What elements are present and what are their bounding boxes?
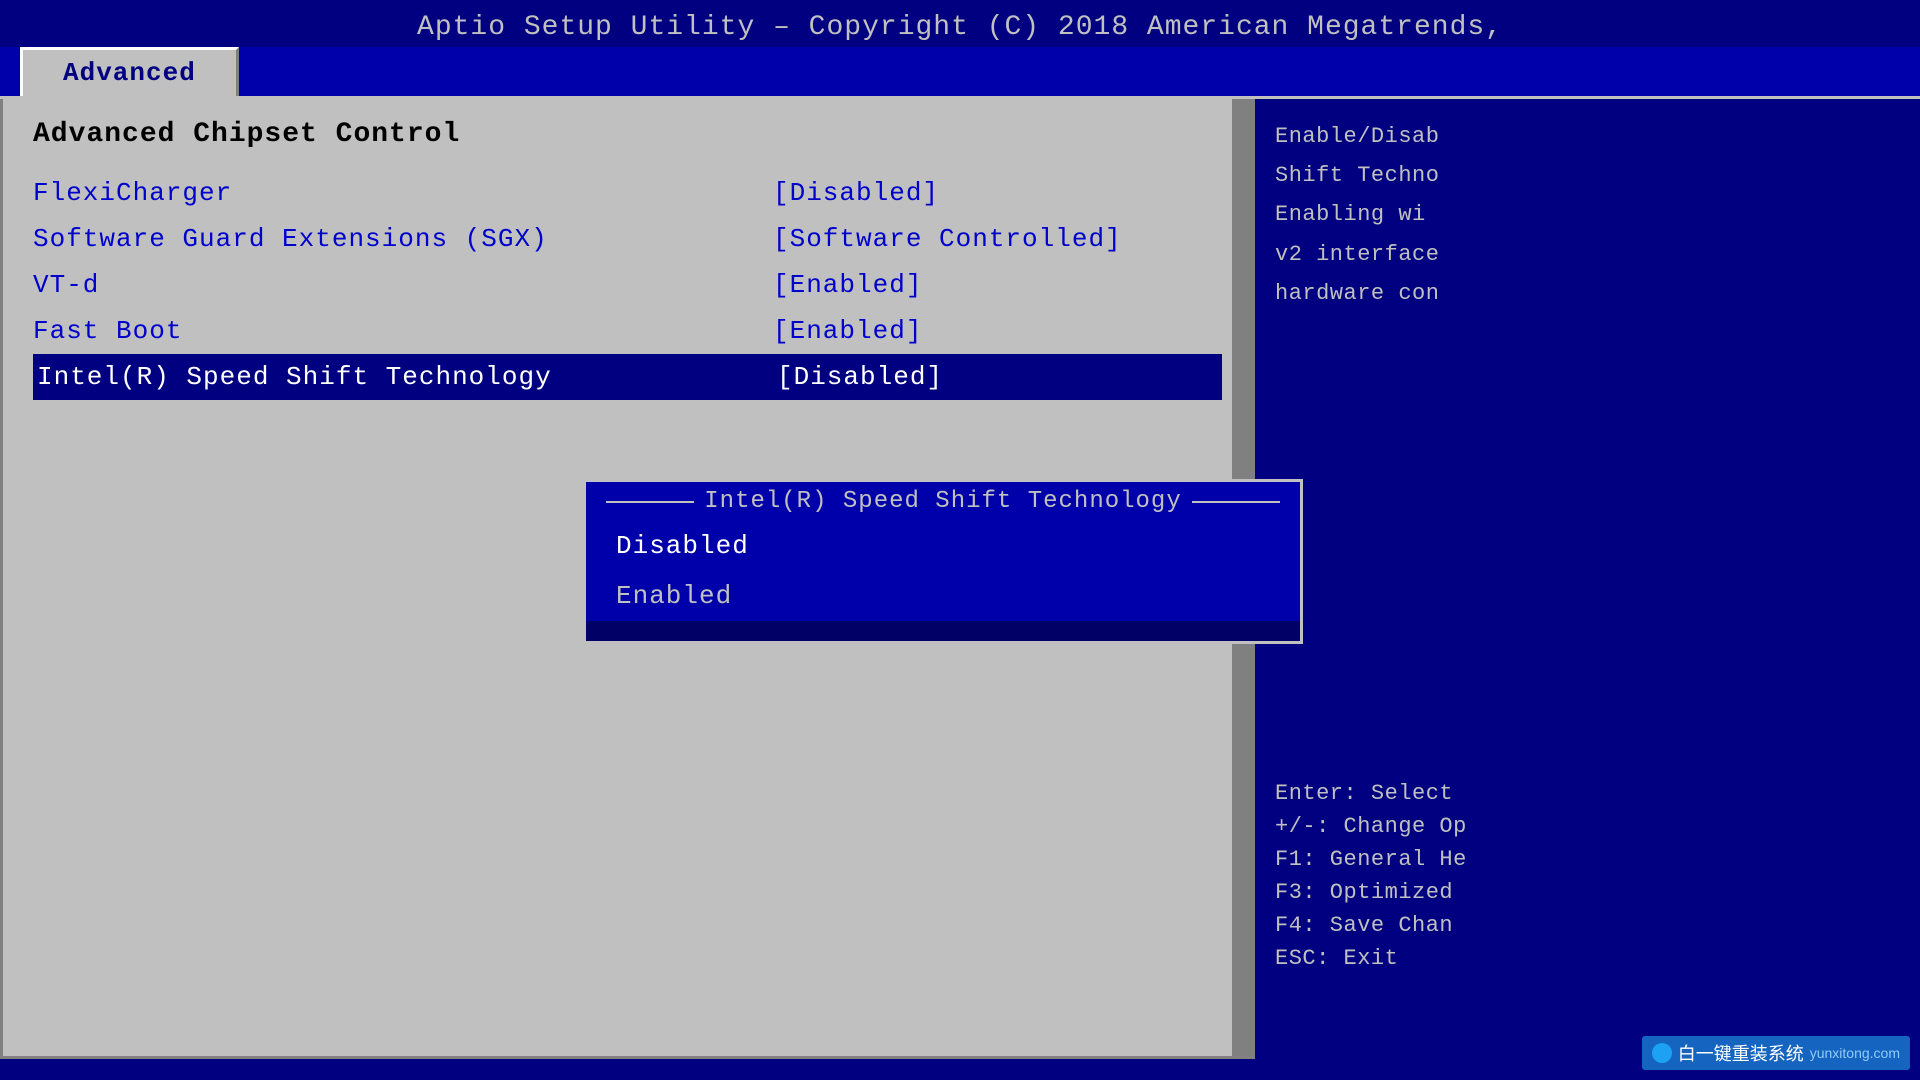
menu-item-flexicharger-value: [Disabled]: [773, 178, 939, 208]
main-content: Advanced Chipset Control FlexiCharger [D…: [0, 99, 1920, 1059]
dropdown-shadow: [586, 621, 1300, 641]
keys-area: Enter: Select +/-: Change Op F1: General…: [1255, 781, 1920, 979]
left-panel: Advanced Chipset Control FlexiCharger [D…: [0, 99, 1255, 1059]
menu-item-flexicharger[interactable]: FlexiCharger [Disabled]: [33, 170, 1222, 216]
key-line-4: F4: Save Chan: [1275, 913, 1900, 938]
menu-item-vtd[interactable]: VT-d [Enabled]: [33, 262, 1222, 308]
key-line-3: F3: Optimized: [1275, 880, 1900, 905]
help-text-area: Enable/Disab Shift Techno Enabling wi v2…: [1275, 119, 1900, 311]
help-line-4: hardware con: [1275, 276, 1900, 311]
right-panel: Enable/Disab Shift Techno Enabling wi v2…: [1255, 99, 1920, 1059]
help-line-0: Enable/Disab: [1275, 119, 1900, 154]
tab-bar: Advanced: [0, 47, 1920, 99]
menu-item-vtd-value: [Enabled]: [773, 270, 922, 300]
tab-advanced[interactable]: Advanced: [20, 47, 239, 96]
watermark-text: 白一键重装系统: [1678, 1040, 1804, 1066]
title-bar: Aptio Setup Utility – Copyright (C) 2018…: [0, 0, 1920, 43]
twitter-icon: [1652, 1043, 1672, 1063]
dropdown-option-disabled[interactable]: Disabled: [586, 521, 1300, 571]
menu-item-sgx-value: [Software Controlled]: [773, 224, 1122, 254]
menu-item-speed-shift-label: Intel(R) Speed Shift Technology: [37, 362, 757, 392]
key-line-1: +/-: Change Op: [1275, 814, 1900, 839]
dropdown-option-enabled[interactable]: Enabled: [586, 571, 1300, 621]
menu-item-speed-shift-value: [Disabled]: [777, 362, 943, 392]
title-text: Aptio Setup Utility – Copyright (C) 2018…: [417, 12, 1503, 43]
menu-item-fastboot-label: Fast Boot: [33, 316, 753, 346]
dropdown-title: Intel(R) Speed Shift Technology: [586, 482, 1300, 521]
help-line-2: Enabling wi: [1275, 197, 1900, 232]
section-title: Advanced Chipset Control: [33, 119, 1222, 150]
key-line-2: F1: General He: [1275, 847, 1900, 872]
menu-item-vtd-label: VT-d: [33, 270, 753, 300]
menu-item-flexicharger-label: FlexiCharger: [33, 178, 753, 208]
menu-item-fastboot-value: [Enabled]: [773, 316, 922, 346]
dropdown-speed-shift: Intel(R) Speed Shift Technology Disabled…: [583, 479, 1303, 644]
menu-item-fastboot[interactable]: Fast Boot [Enabled]: [33, 308, 1222, 354]
watermark-sub: yunxitong.com: [1810, 1045, 1900, 1061]
menu-item-speed-shift[interactable]: Intel(R) Speed Shift Technology [Disable…: [33, 354, 1222, 400]
menu-item-sgx[interactable]: Software Guard Extensions (SGX) [Softwar…: [33, 216, 1222, 262]
watermark: 白一键重装系统 yunxitong.com: [1642, 1036, 1910, 1070]
help-line-3: v2 interface: [1275, 237, 1900, 272]
help-line-1: Shift Techno: [1275, 158, 1900, 193]
dropdown-title-text: Intel(R) Speed Shift Technology: [704, 488, 1181, 515]
menu-item-sgx-label: Software Guard Extensions (SGX): [33, 224, 753, 254]
key-line-0: Enter: Select: [1275, 781, 1900, 806]
key-line-5: ESC: Exit: [1275, 946, 1900, 971]
